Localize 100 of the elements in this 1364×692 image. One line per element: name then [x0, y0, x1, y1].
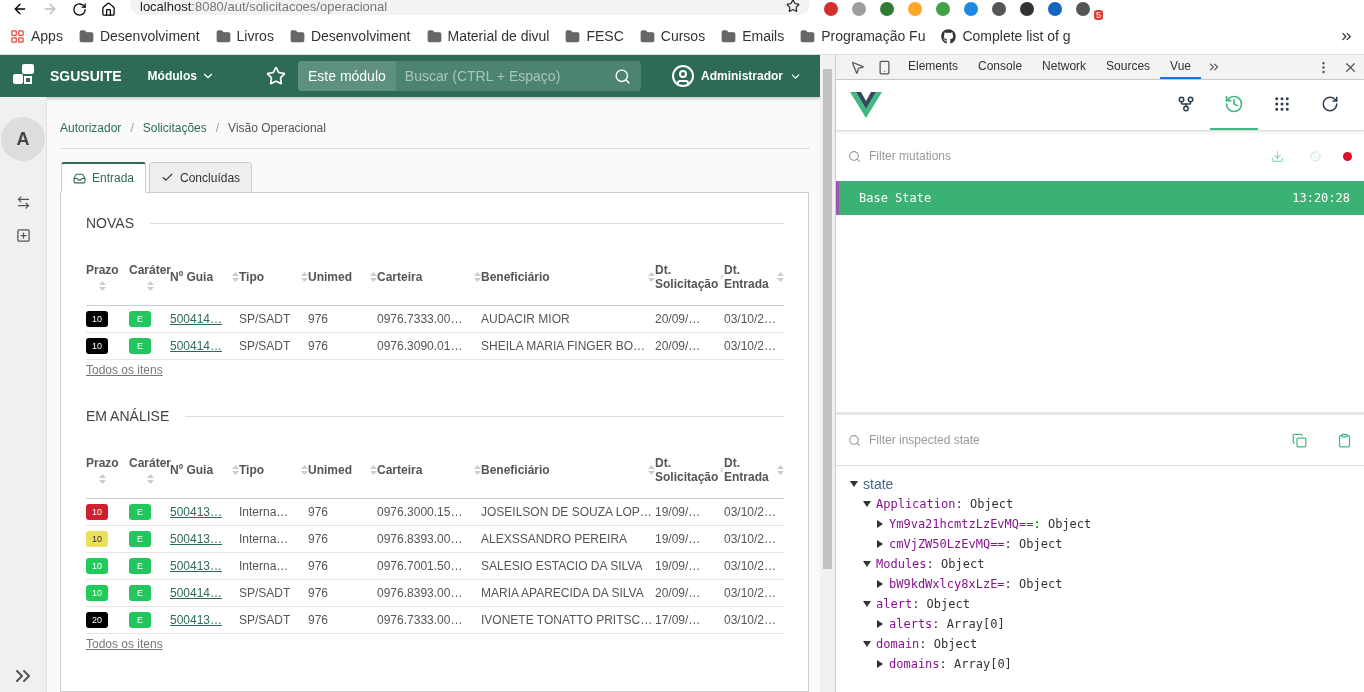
table-cell: Interna…	[239, 505, 289, 519]
bookmark[interactable]: Apps	[10, 28, 63, 44]
swap-icon[interactable]	[15, 195, 31, 210]
guide-number-link[interactable]: 500414…	[170, 339, 223, 353]
column-header[interactable]: Prazo	[86, 455, 119, 470]
table-cell: 976	[308, 339, 329, 353]
scrollbar[interactable]	[820, 55, 835, 692]
expand-triangle-icon[interactable]	[876, 580, 884, 588]
inspect-icon[interactable]	[850, 59, 865, 75]
bookmark[interactable]: Desenvolviment	[289, 28, 411, 44]
collapse-triangle-icon[interactable]	[863, 640, 871, 648]
column-header[interactable]: Caráter	[129, 455, 172, 470]
bookmark[interactable]: Programação Fu	[800, 28, 926, 44]
expand-triangle-icon[interactable]	[876, 520, 884, 528]
bookmark[interactable]: Material de divul	[426, 28, 550, 44]
column-header[interactable]: Unimed	[308, 270, 368, 284]
guide-number-link[interactable]: 500413…	[170, 532, 223, 546]
all-items-link[interactable]: Todos os itens	[86, 637, 163, 651]
check-icon	[161, 171, 175, 184]
state-entry: Application: Object	[876, 497, 1014, 511]
extension-icon[interactable]	[1020, 2, 1034, 16]
column-header[interactable]: Caráter	[129, 262, 172, 277]
scope-button[interactable]: Este módulo	[298, 61, 396, 91]
home-icon[interactable]	[101, 1, 116, 17]
tab[interactable]: Concluídas	[149, 162, 253, 193]
column-header[interactable]: Unimed	[308, 463, 368, 477]
reload-icon[interactable]	[72, 1, 87, 17]
guide-number-link[interactable]: 500414…	[170, 586, 223, 600]
column-header[interactable]: Tipo	[239, 270, 299, 284]
folder-icon	[215, 28, 231, 44]
character-badge: E	[129, 558, 151, 574]
breadcrumb-link[interactable]: Visão Operacional	[228, 121, 326, 135]
devtools-tab[interactable]: Sources	[1096, 55, 1161, 79]
guide-number-link[interactable]: 500414…	[170, 312, 223, 326]
column-header[interactable]: Tipo	[239, 463, 299, 477]
table-cell: 20/09/…	[655, 586, 701, 600]
extension-icon[interactable]	[992, 2, 1006, 16]
character-badge: E	[129, 338, 151, 354]
more-tabs-icon[interactable]	[1207, 60, 1221, 74]
expand-triangle-icon[interactable]	[876, 540, 884, 548]
column-header[interactable]: Dt. Solicitação	[655, 456, 719, 484]
column-header[interactable]: Dt. Entrada	[724, 263, 775, 291]
devtools-tab[interactable]: Network	[1032, 55, 1097, 79]
breadcrumb-link[interactable]: Autorizador	[60, 121, 122, 135]
column-header[interactable]: Dt. Solicitação	[655, 263, 719, 291]
bookmark[interactable]: Complete list of g	[941, 28, 1071, 44]
devtools-tab[interactable]: Elements	[898, 55, 969, 79]
state-root: state	[863, 476, 894, 492]
star-icon[interactable]	[786, 0, 800, 13]
guide-number-link[interactable]: 500413…	[170, 505, 223, 519]
all-items-link[interactable]: Todos os itens	[86, 363, 163, 377]
expand-triangle-icon[interactable]	[876, 620, 884, 628]
collapse-triangle-icon[interactable]	[863, 560, 871, 568]
folder-icon	[721, 28, 737, 44]
extension-icon[interactable]	[1048, 2, 1062, 16]
table-cell: 976	[308, 613, 329, 627]
bookmark[interactable]: Livros	[215, 28, 274, 44]
guide-number-link[interactable]: 500413…	[170, 559, 223, 573]
inbox-icon	[73, 171, 86, 185]
modules-menu[interactable]: Módulos	[147, 69, 215, 83]
tab[interactable]: Entrada	[61, 162, 147, 193]
guide-number-link[interactable]: 500413…	[170, 613, 223, 627]
deadline-badge: 10	[86, 338, 108, 354]
collapse-triangle-icon[interactable]	[863, 500, 871, 508]
search-icon	[848, 149, 861, 163]
column-header[interactable]: Carteira	[377, 270, 472, 284]
add-icon[interactable]	[15, 228, 31, 243]
bookmark[interactable]: Cursos	[639, 28, 706, 44]
back-icon[interactable]	[12, 1, 28, 17]
section-title: EM ANÁLISE	[86, 408, 170, 424]
search-icon[interactable]	[614, 67, 631, 85]
breadcrumb-link[interactable]: Solicitações	[142, 121, 207, 135]
extension-icon[interactable]	[1076, 2, 1090, 16]
user-menu[interactable]: Administrador	[665, 63, 808, 89]
bookmark[interactable]: Emails	[721, 28, 785, 44]
clipboard-icon[interactable]	[1337, 432, 1352, 448]
table-cell: SP/SADT	[239, 586, 291, 600]
devtools-tab[interactable]: Vue	[1160, 55, 1201, 79]
state-entry: domains: Array[0]	[889, 657, 1012, 671]
deadline-badge: 20	[86, 612, 108, 628]
collapse-triangle-icon[interactable]	[863, 600, 871, 608]
copy-icon[interactable]	[1292, 432, 1307, 448]
device-icon[interactable]	[877, 59, 892, 75]
column-header[interactable]: Prazo	[86, 262, 119, 277]
collapse-triangle-icon[interactable]	[850, 480, 858, 488]
address-bar[interactable]: localhost:8080/aut/solicitacoes/operacional	[130, 0, 810, 15]
record-icon[interactable]	[1343, 151, 1352, 161]
expand-triangle-icon[interactable]	[876, 660, 884, 668]
state-entry: Modules: Object	[876, 557, 985, 571]
column-header[interactable]: Nº Guia	[170, 463, 230, 477]
bookmark[interactable]: FESC	[565, 28, 624, 44]
bookmark[interactable]: Desenvolviment	[78, 28, 200, 44]
deadline-badge: 10	[86, 585, 108, 601]
avatar[interactable]: A	[1, 117, 45, 161]
devtools-tab[interactable]: Console	[968, 55, 1033, 79]
column-header[interactable]: Dt. Entrada	[724, 456, 775, 484]
column-header[interactable]: Nº Guia	[170, 270, 230, 284]
column-header[interactable]: Beneficiário	[481, 270, 646, 284]
column-header[interactable]: Carteira	[377, 463, 472, 477]
column-header[interactable]: Beneficiário	[481, 463, 646, 477]
